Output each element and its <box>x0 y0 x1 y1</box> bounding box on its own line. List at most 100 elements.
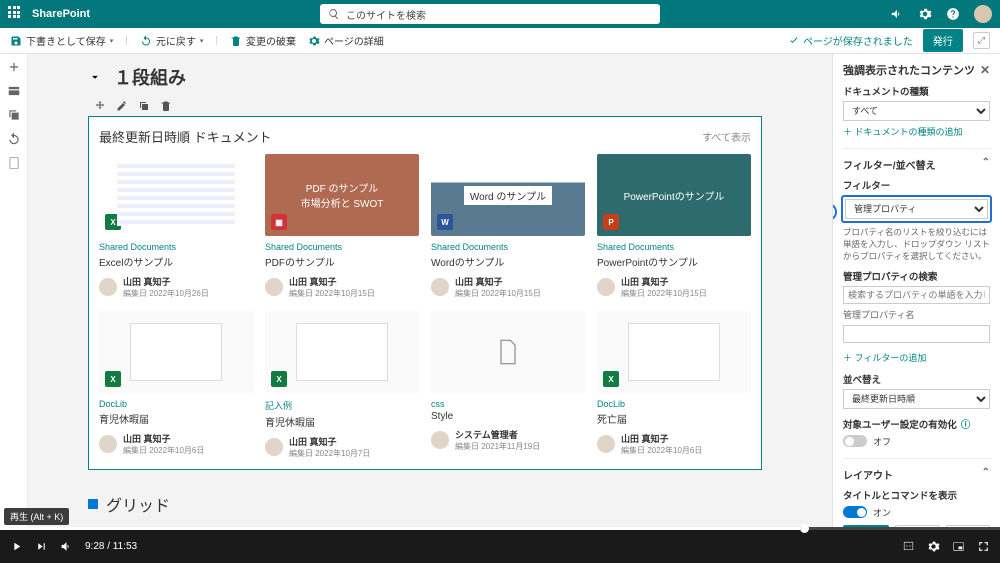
filter-sort-section[interactable]: フィルター/並べ替え⌃ <box>843 148 990 172</box>
card-thumbnail: X <box>597 311 751 393</box>
megaphone-icon[interactable] <box>890 7 904 21</box>
card-author: 山田 真知子 <box>455 275 541 288</box>
card-title: 死亡届 <box>597 411 751 426</box>
captions-icon[interactable] <box>902 540 915 553</box>
chevron-down-icon[interactable] <box>88 70 102 84</box>
close-icon[interactable]: ✕ <box>980 63 990 77</box>
filter-label: フィルター <box>843 178 990 192</box>
document-card[interactable]: X記入例育児休暇届山田 真知子編集日 2022年10月7日 <box>265 311 419 459</box>
property-panel: 強調表示されたコンテンツ✕ ドキュメントの種類 すべて ＋ ドキュメントの種類の… <box>832 54 1000 527</box>
author-avatar <box>99 278 117 296</box>
page-details-button[interactable]: ページの詳細 <box>308 33 384 48</box>
settings-video-icon[interactable] <box>927 540 940 553</box>
card-date: 編集日 2022年10月26日 <box>123 288 209 299</box>
document-card[interactable]: css Style システム管理者編集日 2021年11月19日 <box>431 311 585 459</box>
webpart-toolbar <box>88 96 762 116</box>
search-box[interactable]: このサイトを検索 <box>320 4 660 24</box>
show-title-toggle[interactable] <box>843 506 867 518</box>
expand-icon[interactable]: ⤢ <box>973 32 990 49</box>
section-icon[interactable] <box>7 84 21 98</box>
card-title: 育児休暇届 <box>99 411 253 426</box>
video-controls: 9:28 / 11:53 <box>0 527 1000 563</box>
sort-select[interactable]: 最終更新日時順 <box>843 389 990 409</box>
play-icon[interactable] <box>10 540 23 553</box>
document-card[interactable]: XDocLib死亡届山田 真知子編集日 2022年10月6日 <box>597 311 751 459</box>
card-title: PowerPointのサンプル <box>597 254 751 269</box>
document-card[interactable]: Word のサンプルWShared DocumentsWordのサンプル山田 真… <box>431 154 585 299</box>
pip-icon[interactable] <box>952 540 965 553</box>
filter-select[interactable]: 管理プロパティ <box>845 199 988 219</box>
save-draft-button[interactable]: 下書きとして保存▾ <box>10 33 113 48</box>
document-card[interactable]: XDocLib育児休暇届山田 真知子編集日 2022年10月6日 <box>99 311 253 459</box>
suite-bar: SharePoint このサイトを検索 <box>0 0 1000 28</box>
undo-rail-icon[interactable] <box>7 132 21 146</box>
pdf-icon: ▦ <box>271 214 287 230</box>
word-icon: W <box>437 214 453 230</box>
card-date: 編集日 2022年10月15日 <box>621 288 707 299</box>
video-time: 9:28 / 11:53 <box>85 541 137 552</box>
add-doc-type-link[interactable]: ＋ ドキュメントの種類の追加 <box>843 125 963 138</box>
targeting-toggle[interactable] <box>843 435 867 447</box>
excel-icon: X <box>271 371 287 387</box>
document-card[interactable]: XShared DocumentsExcelのサンプル山田 真知子編集日 202… <box>99 154 253 299</box>
card-library: css <box>431 399 585 409</box>
doc-type-select[interactable]: すべて <box>843 101 990 121</box>
author-avatar <box>431 278 449 296</box>
card-title: Style <box>431 411 585 422</box>
author-avatar <box>597 435 615 453</box>
filter-help-text: プロパティ名のリストを絞り込むには単語を入力し、ドロップダウン リストからプロパ… <box>843 227 990 263</box>
card-library: Shared Documents <box>431 242 585 252</box>
card-date: 編集日 2021年11月19日 <box>455 441 540 452</box>
card-title: PDFのサンプル <box>265 254 419 269</box>
author-avatar <box>99 435 117 453</box>
mp-name-input[interactable] <box>843 325 990 343</box>
volume-icon[interactable] <box>60 540 73 553</box>
highlighted-content-webpart[interactable]: 最終更新日時順 ドキュメント すべて表示 XShared DocumentsEx… <box>88 116 762 470</box>
next-icon[interactable] <box>35 540 48 553</box>
document-card[interactable]: PowerPointのサンプルPShared DocumentsPowerPoi… <box>597 154 751 299</box>
info-icon[interactable]: ⓘ <box>961 417 971 431</box>
excel-icon: X <box>603 371 619 387</box>
card-title: Excelのサンプル <box>99 254 253 269</box>
doc-type-label: ドキュメントの種類 <box>843 84 990 98</box>
undo-button[interactable]: 元に戻す▾ <box>140 33 204 48</box>
card-author: 山田 真知子 <box>621 275 707 288</box>
move-icon[interactable] <box>94 100 106 112</box>
delete-icon[interactable] <box>160 100 172 112</box>
add-icon[interactable] <box>7 60 21 74</box>
search-placeholder: このサイトを検索 <box>346 7 426 22</box>
playback-hint: 再生 (Alt + K) <box>4 508 69 525</box>
card-title: Wordのサンプル <box>431 254 585 269</box>
card-date: 編集日 2022年10月15日 <box>289 288 375 299</box>
video-progress[interactable] <box>0 527 1000 530</box>
add-filter-link[interactable]: ＋ フィルターの追加 <box>843 351 926 364</box>
command-bar: 下書きとして保存▾ | 元に戻す▾ | 変更の破棄 ページの詳細 ページが保存さ… <box>0 28 1000 54</box>
settings-icon[interactable] <box>918 7 932 21</box>
card-author: 山田 真知子 <box>123 275 209 288</box>
mp-name-label: 管理プロパティ名 <box>843 308 990 321</box>
card-author: システム管理者 <box>455 428 540 441</box>
publish-button[interactable]: 発行 <box>923 29 963 52</box>
card-library: Shared Documents <box>265 242 419 252</box>
annotation-badge-17: ⑰ <box>832 203 837 221</box>
show-title-state: オン <box>873 506 891 519</box>
card-thumbnail <box>431 311 585 393</box>
search-icon <box>328 8 340 20</box>
card-library: DocLib <box>99 399 253 409</box>
help-icon[interactable] <box>946 7 960 21</box>
discard-button[interactable]: 変更の破棄 <box>230 33 296 48</box>
more-icon[interactable] <box>7 156 21 170</box>
edit-icon[interactable] <box>116 100 128 112</box>
user-avatar[interactable] <box>974 5 992 23</box>
fullscreen-icon[interactable] <box>977 540 990 553</box>
duplicate-icon[interactable] <box>138 100 150 112</box>
card-library: Shared Documents <box>597 242 751 252</box>
author-avatar <box>431 431 449 449</box>
mp-search-input[interactable] <box>843 286 990 304</box>
see-all-link[interactable]: すべて表示 <box>702 129 751 144</box>
copy-icon[interactable] <box>7 108 21 122</box>
document-card[interactable]: PDF のサンプル市場分析と SWOT▦Shared DocumentsPDFの… <box>265 154 419 299</box>
layout-section[interactable]: レイアウト⌃ <box>843 458 990 482</box>
targeting-state: オフ <box>873 435 891 448</box>
app-launcher-icon[interactable] <box>8 6 24 22</box>
